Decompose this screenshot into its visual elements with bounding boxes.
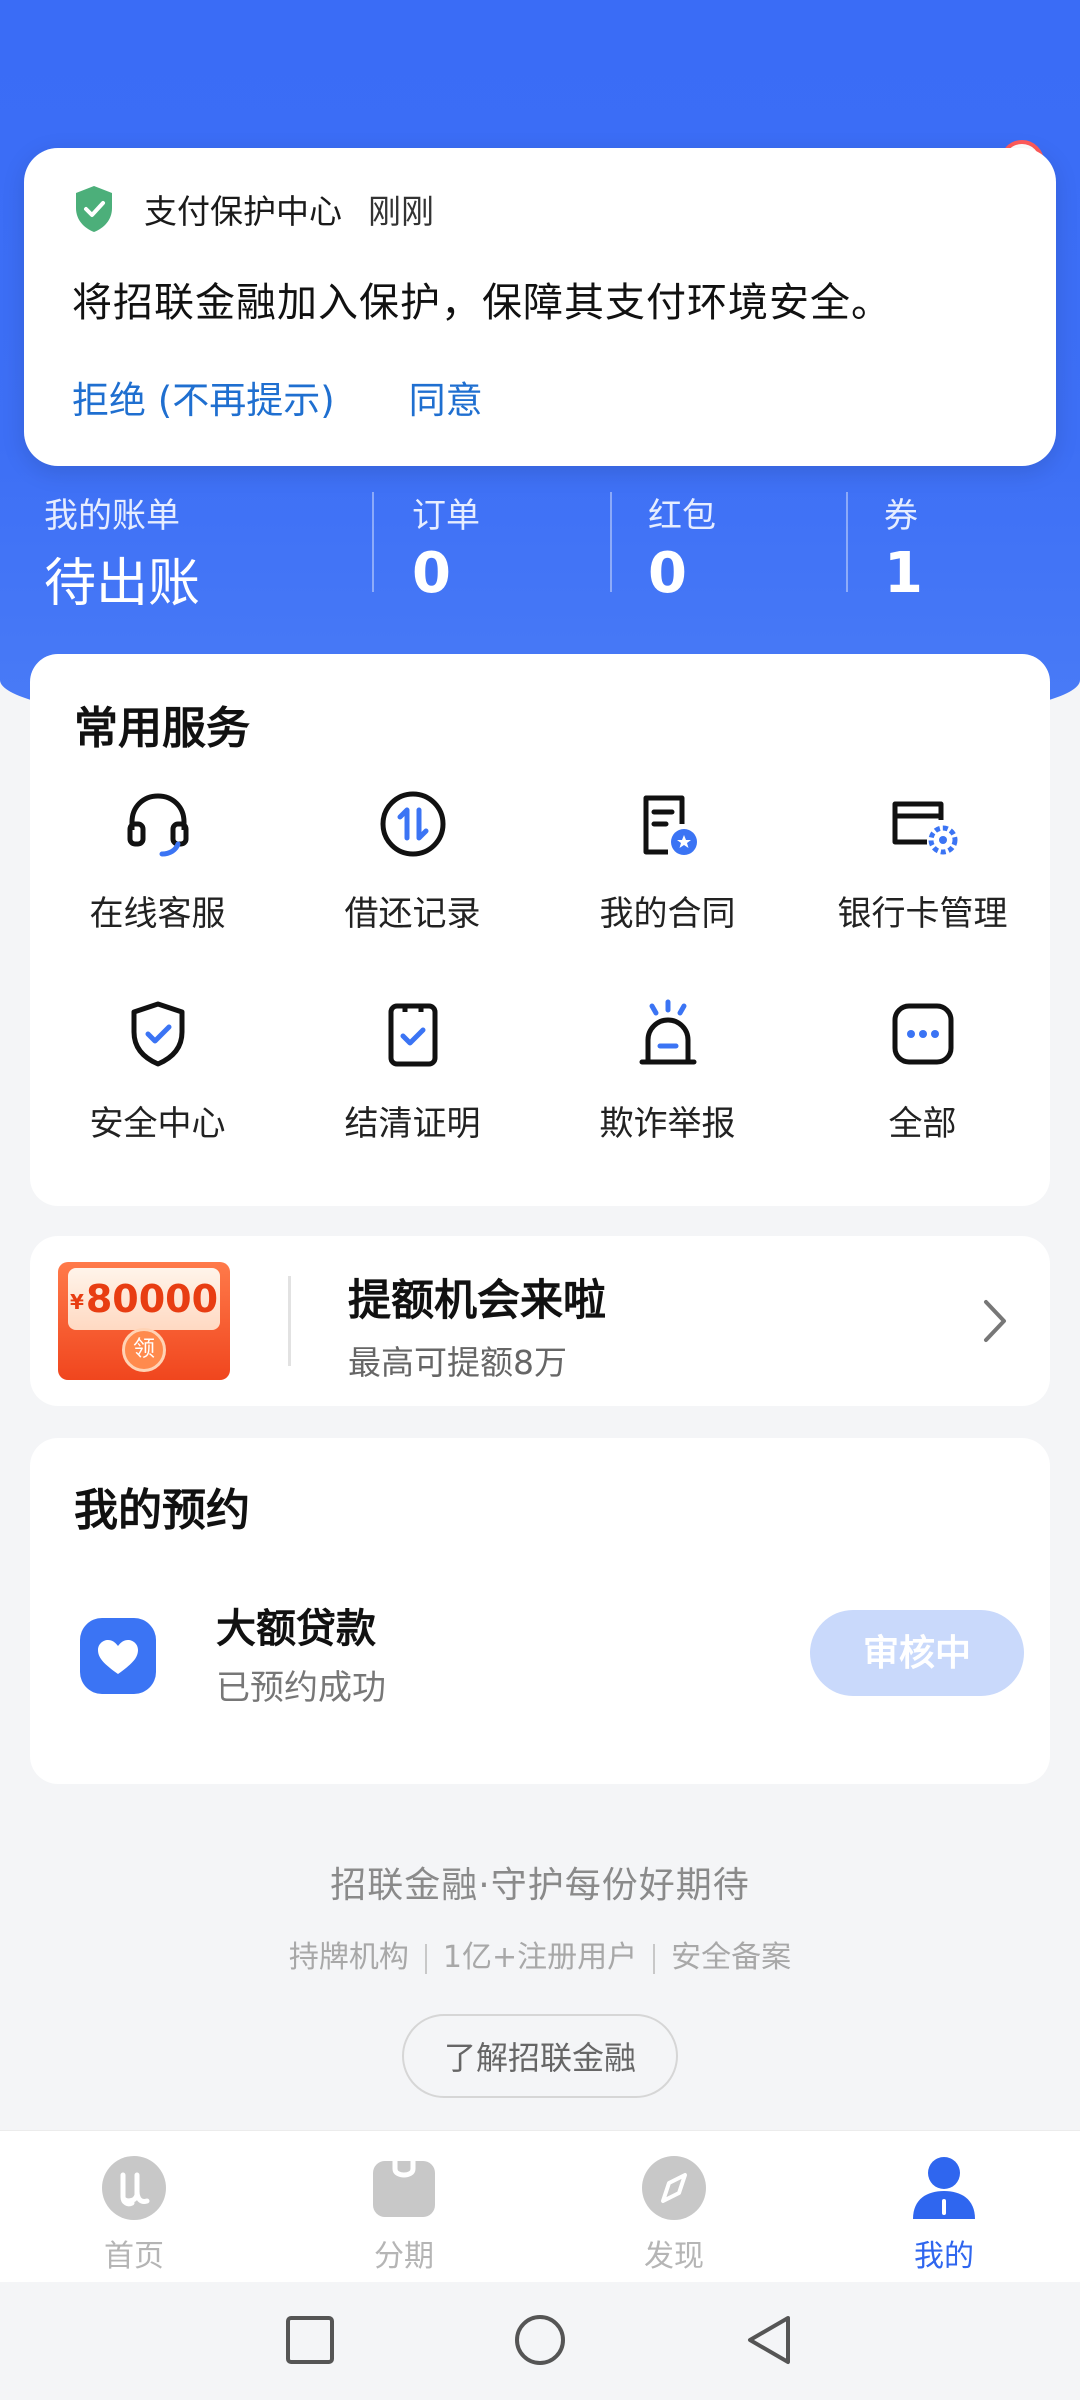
user-icon xyxy=(913,2157,975,2219)
service-my-contract[interactable]: 我的合同 xyxy=(540,784,795,935)
nav-installment[interactable]: 分期 xyxy=(304,2155,504,2275)
shopping-bag-icon xyxy=(373,2158,435,2217)
notification-header: 支付保护中心 刚刚 xyxy=(72,184,434,234)
service-online-support[interactable]: 在线客服 xyxy=(30,784,285,935)
service-settlement-proof[interactable]: 结清证明 xyxy=(285,994,540,1145)
nav-mine[interactable]: 我的 xyxy=(844,2155,1044,2275)
notification-message: 将招联金融加入保护，保障其支付环境安全。 xyxy=(72,280,892,326)
my-reservation-card: 我的预约 大额贷款 已预约成功 审核中 xyxy=(30,1438,1050,1784)
notification-app-name: 支付保护中心 xyxy=(144,192,342,231)
coupon-stat[interactable]: 券 1 xyxy=(884,488,923,606)
alarm-icon xyxy=(639,999,696,1065)
payment-protection-notification[interactable]: 支付保护中心 刚刚 将招联金融加入保护，保障其支付环境安全。 拒绝 (不再提示)… xyxy=(24,148,1056,466)
recent-apps-icon[interactable] xyxy=(282,2312,338,2368)
divider xyxy=(653,1943,656,1974)
bottom-navigation: 首页 分期 发现 我的 xyxy=(0,2130,1080,2282)
orders-value: 0 xyxy=(412,541,451,606)
chevron-right-icon xyxy=(984,1300,1006,1342)
nav-label: 发现 xyxy=(644,2239,704,2274)
reservation-item-status: 已预约成功 xyxy=(216,1668,386,1708)
nav-label: 我的 xyxy=(914,2239,974,2274)
service-label: 我的合同 xyxy=(599,894,736,934)
headset-icon xyxy=(127,793,188,857)
reject-button[interactable]: 拒绝 (不再提示) xyxy=(72,370,335,424)
divider xyxy=(846,492,848,592)
service-security-center[interactable]: 安全中心 xyxy=(30,994,285,1145)
accept-button[interactable]: 同意 xyxy=(409,370,483,424)
coupon-amount-area: ¥80000 xyxy=(68,1268,220,1330)
under-review-button[interactable]: 审核中 xyxy=(810,1610,1024,1696)
coupon-label: 券 xyxy=(884,496,918,536)
orders-label: 订单 xyxy=(412,496,480,536)
service-label: 欺诈举报 xyxy=(599,1104,736,1144)
divider xyxy=(288,1276,291,1366)
nav-home[interactable]: 首页 xyxy=(34,2155,234,2275)
compass-icon xyxy=(642,2156,706,2220)
service-bank-card[interactable]: 银行卡管理 xyxy=(795,784,1050,935)
reservation-title: 我的预约 xyxy=(74,1485,250,1536)
redpacket-label: 红包 xyxy=(648,496,716,536)
account-stats: 我的账单 待出账 订单 0 红包 0 券 1 xyxy=(0,488,1080,614)
redpacket-stat[interactable]: 红包 0 xyxy=(648,488,716,606)
clipboard-check-icon xyxy=(388,1003,437,1067)
badge-licensed: 持牌机构 xyxy=(288,1940,409,1975)
nav-discover[interactable]: 发现 xyxy=(574,2155,774,2275)
divider xyxy=(610,492,612,592)
home-button-icon[interactable] xyxy=(512,2312,568,2368)
divider xyxy=(424,1943,427,1974)
nav-label: 分期 xyxy=(374,2239,434,2274)
system-navigation-bar xyxy=(0,2282,1080,2400)
coupon-currency: ¥ xyxy=(69,1289,84,1314)
service-all[interactable]: 全部 xyxy=(795,994,1050,1145)
service-label: 全部 xyxy=(888,1104,957,1144)
coupon-amount: 80000 xyxy=(85,1277,219,1321)
my-bill-stat[interactable]: 我的账单 待出账 xyxy=(44,488,200,616)
brand-slogan: 招联金融·守护每份好期待 xyxy=(330,1865,750,1906)
shield-check-icon xyxy=(131,1001,184,1067)
service-label: 在线客服 xyxy=(89,894,226,934)
loan-icon xyxy=(80,1618,156,1694)
coupon-seal: 领 xyxy=(122,1328,166,1372)
promo-subtitle: 最高可提额8万 xyxy=(348,1343,567,1382)
bill-label: 我的账单 xyxy=(44,496,180,536)
service-label: 银行卡管理 xyxy=(837,894,1008,934)
promo-title: 提额机会来啦 xyxy=(348,1276,606,1326)
orders-stat[interactable]: 订单 0 xyxy=(412,488,480,606)
learn-more-button[interactable]: 了解招联金融 xyxy=(402,2014,678,2098)
notification-actions: 拒绝 (不再提示) 同意 xyxy=(72,370,557,424)
credit-increase-promo[interactable]: ¥80000 领 提额机会来啦 最高可提额8万 xyxy=(30,1236,1050,1406)
bill-value: 待出账 xyxy=(44,554,201,614)
service-label: 结清证明 xyxy=(344,1104,481,1144)
service-loan-records[interactable]: 借还记录 xyxy=(285,784,540,935)
back-icon[interactable] xyxy=(742,2312,798,2368)
common-services-card: 常用服务 在线客服 借还记录 我的合同 银行卡管理 安全中心 结清证明 欺诈举报… xyxy=(30,654,1050,1206)
home-icon xyxy=(102,2156,166,2220)
shield-icon xyxy=(76,186,112,232)
redpacket-value: 0 xyxy=(648,541,687,606)
service-label: 借还记录 xyxy=(344,894,481,934)
divider xyxy=(372,492,374,592)
coupon-graphic: ¥80000 领 xyxy=(58,1262,230,1380)
transfer-icon xyxy=(380,791,445,857)
badge-security: 安全备案 xyxy=(671,1940,792,1975)
trust-badges: 持牌机构 1亿+注册用户 安全备案 xyxy=(0,1932,1080,1976)
nav-label: 首页 xyxy=(104,2239,164,2274)
bank-card-settings-icon xyxy=(892,801,957,855)
notification-time: 刚刚 xyxy=(368,192,434,231)
services-title: 常用服务 xyxy=(74,703,250,754)
badge-users: 1亿+注册用户 xyxy=(442,1940,638,1975)
service-fraud-report[interactable]: 欺诈举报 xyxy=(540,994,795,1145)
contract-icon xyxy=(643,795,697,855)
service-label: 安全中心 xyxy=(89,1104,226,1144)
reservation-item-name: 大额贷款 xyxy=(216,1606,376,1652)
more-icon xyxy=(892,1003,953,1065)
coupon-value: 1 xyxy=(884,541,923,606)
